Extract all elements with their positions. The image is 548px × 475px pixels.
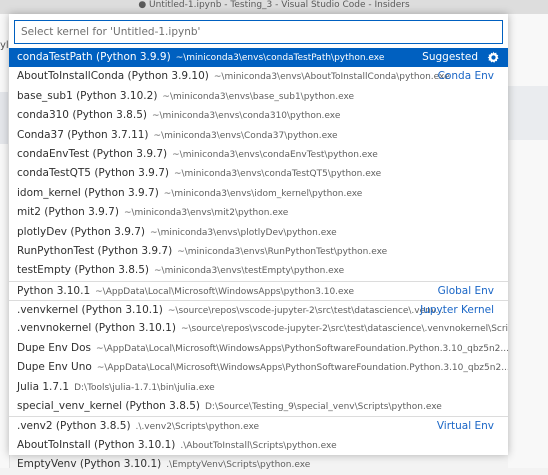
kernel-group-label: Virtual Env: [436, 420, 494, 433]
kernel-option-path: D:\Tools\julia-1.7.1\bin\julia.exe: [74, 382, 215, 393]
kernel-option-path: .\EmptyVenv\Scripts\python.exe: [166, 460, 311, 471]
kernel-option[interactable]: .venvkernel (Python 3.10.1) ~\source\repo…: [9, 300, 508, 319]
kernel-option[interactable]: Dupe Env Dos ~\AppData\Local\Microsoft\Wi…: [9, 339, 508, 358]
kernel-option-path: .\AboutToInstall\Scripts\python.exe: [180, 440, 337, 451]
kernel-option-path: ~\AppData\Local\Microsoft\WindowsApps\Py…: [96, 363, 508, 374]
kernel-option-label: plotlyDev (Python 3.9.7): [17, 225, 145, 238]
kernel-option-label: testEmpty (Python 3.8.5): [17, 264, 150, 277]
kernel-option-label: .venv2 (Python 3.8.5): [17, 420, 131, 433]
kernel-option-label: Python 3.10.1: [17, 284, 91, 297]
kernel-option[interactable]: special_venv_kernel (Python 3.8.5) D:\Sou…: [9, 397, 508, 416]
kernel-option[interactable]: .venv2 (Python 3.8.5) .\.venv2\Scripts\py…: [9, 416, 508, 435]
kernel-group-label: Jupyter Kernel: [420, 304, 494, 317]
kernel-option-label: base_sub1 (Python 3.10.2): [17, 89, 158, 102]
kernel-option[interactable]: Conda37 (Python 3.7.11) ~\miniconda3\envs…: [9, 126, 508, 145]
kernel-option-path: ~\miniconda3\envs\Conda37\python.exe: [153, 130, 338, 141]
kernel-option-path: ~\AppData\Local\Microsoft\WindowsApps\Py…: [96, 343, 508, 354]
kernel-option[interactable]: RunPythonTest (Python 3.9.7) ~\miniconda3…: [9, 242, 508, 261]
editor-selection-highlight: [0, 92, 8, 144]
kernel-option-path: ~\miniconda3\envs\condaTestQT5\python.ex…: [173, 169, 382, 180]
kernel-option[interactable]: idom_kernel (Python 3.9.7) ~\miniconda3\e…: [9, 184, 508, 203]
kernel-option-label: special_venv_kernel (Python 3.8.5): [17, 400, 200, 413]
kernel-option[interactable]: .venvnokernel (Python 3.10.1) ~\source\re…: [9, 319, 508, 338]
kernel-option-label: AboutToInstall (Python 3.10.1): [17, 438, 176, 451]
kernel-option-path: ~\miniconda3\envs\condaTestPath\python.e…: [175, 53, 385, 63]
kernel-option-path: ~\miniconda3\envs\plotlyDev\python.exe: [150, 227, 337, 238]
kernel-option-label: conda310 (Python 3.8.5): [17, 109, 147, 122]
kernel-option[interactable]: condaEnvTest (Python 3.9.7) ~\miniconda3\…: [9, 145, 508, 164]
editor-selection-highlight-right: [508, 86, 548, 140]
kernel-option-label: mit2 (Python 3.9.7): [17, 206, 119, 219]
kernel-option-label: Dupe Env Dos: [17, 341, 92, 354]
kernel-quick-pick: condaTestPath (Python 3.9.9) ~\miniconda3…: [9, 14, 508, 470]
kernel-option[interactable]: Dupe Env Uno ~\AppData\Local\Microsoft\Wi…: [9, 358, 508, 377]
kernel-option-label: EmptyVenv (Python 3.10.1): [17, 458, 162, 471]
editor-text-fragment: yl: [0, 40, 9, 51]
kernel-search-input[interactable]: [14, 20, 503, 44]
kernel-option-path: ~\miniconda3\envs\RunPythonTest\python.e…: [177, 246, 388, 257]
kernel-option[interactable]: base_sub1 (Python 3.10.2) ~\miniconda3\en…: [9, 87, 508, 106]
kernel-group-label: Conda Env: [437, 70, 494, 83]
kernel-option-path: ~\source\repos\vscode-jupyter-2\src\test…: [180, 324, 508, 335]
kernel-option-label: condaEnvTest (Python 3.9.7): [17, 147, 168, 160]
kernel-option[interactable]: Python 3.10.1 ~\AppData\Local\Microsoft\W…: [9, 280, 508, 300]
kernel-option-label: RunPythonTest (Python 3.9.7): [17, 244, 173, 257]
kernel-option-path: ~\AppData\Local\Microsoft\WindowsApps\py…: [95, 286, 354, 297]
kernel-option-path: .\.venv2\Scripts\python.exe: [135, 422, 260, 433]
kernel-option-path: D:\Source\Testing_9\special_venv\Scripts…: [205, 402, 442, 413]
kernel-option-label: .venvnokernel (Python 3.10.1): [17, 322, 176, 335]
kernel-group-label: Suggested: [422, 51, 478, 63]
kernel-option-label: Conda37 (Python 3.7.11): [17, 128, 149, 141]
kernel-option-label: Dupe Env Uno: [17, 361, 92, 374]
kernel-option[interactable]: AboutToInstallConda (Python 3.9.10) ~\min…: [9, 67, 508, 86]
gear-icon[interactable]: [487, 51, 500, 64]
kernel-option[interactable]: Julia 1.7.1 D:\Tools\julia-1.7.1\bin\juli…: [9, 378, 508, 397]
kernel-option-label: AboutToInstallConda (Python 3.9.10): [17, 70, 209, 83]
kernel-option-path: ~\miniconda3\envs\base_sub1\python.exe: [162, 91, 355, 102]
kernel-option-path: ~\miniconda3\envs\mit2\python.exe: [123, 208, 289, 219]
kernel-option-label: condaTestQT5 (Python 3.9.7): [17, 167, 169, 180]
kernel-option-path: ~\miniconda3\envs\conda310\python.exe: [151, 111, 341, 122]
kernel-option-label: .venvkernel (Python 3.10.1): [17, 304, 163, 317]
kernel-option[interactable]: conda310 (Python 3.8.5) ~\miniconda3\envs…: [9, 106, 508, 125]
kernel-option[interactable]: EmptyVenv (Python 3.10.1) .\EmptyVenv\Scr…: [9, 455, 508, 474]
kernel-option[interactable]: AboutToInstall (Python 3.10.1) .\AboutToI…: [9, 436, 508, 455]
kernel-option[interactable]: testEmpty (Python 3.8.5) ~\miniconda3\env…: [9, 261, 508, 280]
kernel-option-path: ~\miniconda3\envs\condaEnvTest\python.ex…: [172, 149, 378, 160]
kernel-option-path: ~\source\repos\vscode-jupyter-2\src\test…: [167, 306, 445, 317]
kernel-option-path: ~\miniconda3\envs\idom_kernel\python.exe: [163, 188, 363, 199]
kernel-option[interactable]: condaTestQT5 (Python 3.9.7) ~\miniconda3\…: [9, 164, 508, 183]
editor-background-right: [508, 14, 548, 468]
kernel-option[interactable]: plotlyDev (Python 3.9.7) ~\miniconda3\env…: [9, 223, 508, 242]
kernel-option-path: ~\miniconda3\envs\AboutToInstallConda\py…: [213, 72, 450, 83]
kernel-option-path: ~\miniconda3\envs\testEmpty\python.exe: [154, 266, 345, 277]
kernel-option[interactable]: condaTestPath (Python 3.9.9) ~\miniconda3…: [9, 48, 508, 68]
kernel-option-label: idom_kernel (Python 3.9.7): [17, 186, 159, 199]
kernel-option-label: condaTestPath (Python 3.9.9): [17, 51, 171, 63]
kernel-list: condaTestPath (Python 3.9.9) ~\miniconda3…: [9, 48, 508, 475]
quick-pick-header: [9, 14, 508, 48]
kernel-option[interactable]: mit2 (Python 3.9.7) ~\miniconda3\envs\mit…: [9, 203, 508, 222]
kernel-option-label: Julia 1.7.1: [17, 380, 70, 393]
window-title: ● Untitled-1.ipynb - Testing_3 - Visual …: [0, 0, 548, 14]
kernel-group-label: Global Env: [437, 284, 494, 297]
